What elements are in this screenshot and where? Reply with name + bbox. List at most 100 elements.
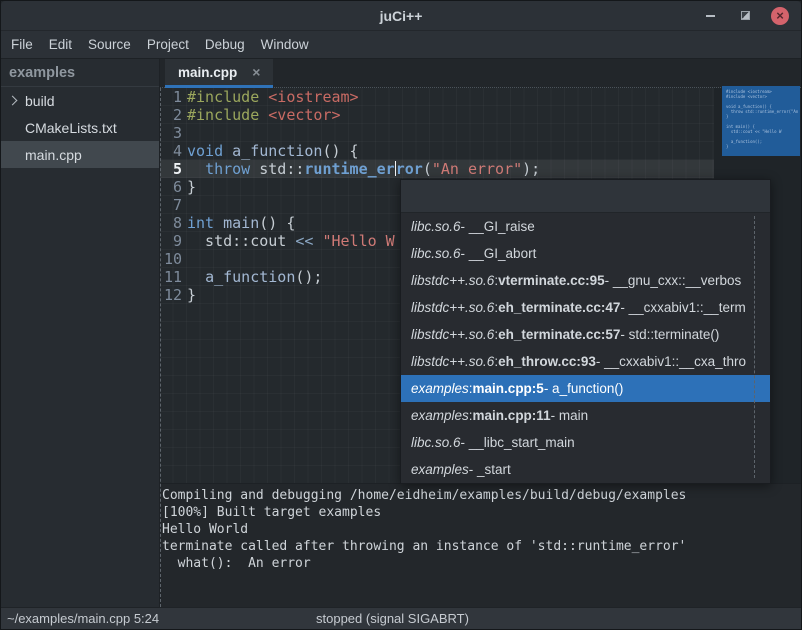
code-segment xyxy=(187,160,205,178)
line-number: 8 xyxy=(160,214,182,232)
terminal-output[interactable]: Compiling and debugging /home/eidheim/ex… xyxy=(160,483,801,607)
line-number: 9 xyxy=(160,232,182,250)
line-number: 5 xyxy=(160,160,182,178)
pane-separator[interactable] xyxy=(160,88,161,607)
code-segment: "Hello W xyxy=(322,232,394,250)
restore-icon xyxy=(741,11,750,20)
code-segment: main xyxy=(223,214,259,232)
popup-filter-input[interactable] xyxy=(401,180,770,213)
frame-file: main.cpp:5 xyxy=(473,381,544,396)
stack-frame-item[interactable]: libstdc++.so.6:eh_terminate.cc:47 - __cx… xyxy=(401,294,770,321)
line-number: 2 xyxy=(160,106,182,124)
menu-item-window[interactable]: Window xyxy=(253,31,317,58)
menu-item-source[interactable]: Source xyxy=(80,31,139,58)
stack-frame-item[interactable]: libc.so.6 - __GI_abort xyxy=(401,240,770,267)
stack-frame-item[interactable]: libc.so.6 - __GI_raise xyxy=(401,213,770,240)
menubar: FileEditSourceProjectDebugWindow xyxy=(1,31,801,59)
code-segment xyxy=(214,214,223,232)
frame-file: vterminate.cc:95 xyxy=(498,273,605,288)
minimize-button[interactable] xyxy=(701,7,719,25)
code-segment: throw xyxy=(205,160,250,178)
frame-file: main.cpp:11 xyxy=(473,408,551,423)
tab-close-icon[interactable]: × xyxy=(252,64,260,80)
code-text xyxy=(182,250,187,268)
stack-frame-item[interactable]: libstdc++.so.6:vterminate.cc:95 - __gnu_… xyxy=(401,267,770,294)
menu-item-edit[interactable]: Edit xyxy=(41,31,80,58)
app-window: juCi++ × FileEditSourceProjectDebugWindo… xyxy=(0,0,802,630)
frame-library: libstdc++.so.6 xyxy=(411,327,494,342)
stack-frame-item[interactable]: examples - _start xyxy=(401,456,770,483)
tree-item-build[interactable]: build xyxy=(1,87,159,114)
code-text: } xyxy=(182,178,196,196)
code-text: std::cout << "Hello W xyxy=(182,232,395,250)
line-number: 3 xyxy=(160,124,182,142)
frame-library: libc.so.6 xyxy=(411,219,461,234)
code-text: #include <vector> xyxy=(182,106,341,124)
code-segment: void xyxy=(187,142,223,160)
frame-library: libc.so.6 xyxy=(411,435,461,450)
close-button[interactable]: × xyxy=(771,7,789,25)
code-segment xyxy=(187,268,205,286)
line-number: 4 xyxy=(160,142,182,160)
frame-library: examples xyxy=(411,408,469,423)
frame-library: examples xyxy=(411,462,469,477)
minimap-viewport[interactable]: #include <iostream> #include <vector> vo… xyxy=(722,86,800,156)
frame-file: eh_terminate.cc:57 xyxy=(498,327,620,342)
statusbar: ~/examples/main.cpp 5:24 stopped (signal… xyxy=(1,607,801,629)
stack-frame-item[interactable]: examples:main.cpp:5 - a_function() xyxy=(401,375,770,402)
status-file-location: ~/examples/main.cpp 5:24 xyxy=(7,611,159,626)
line-number: 11 xyxy=(160,268,182,286)
editor-line[interactable]: 5 throw std::runtime_error("An error"); xyxy=(160,160,714,178)
editor-line[interactable]: 1#include <iostream> xyxy=(160,88,714,106)
popup-scrollbar[interactable] xyxy=(754,216,755,478)
stack-frame-item[interactable]: libc.so.6 - __libc_start_main xyxy=(401,429,770,456)
window-title: juCi++ xyxy=(380,8,423,24)
editor-line[interactable]: 4void a_function() { xyxy=(160,142,714,160)
menu-item-debug[interactable]: Debug xyxy=(197,31,253,58)
code-segment: ( xyxy=(423,160,432,178)
tree-item-main.cpp[interactable]: main.cpp xyxy=(1,141,159,168)
frame-library: libc.so.6 xyxy=(411,246,461,261)
line-number: 7 xyxy=(160,196,182,214)
tree-item-cmakelists.txt[interactable]: CMakeLists.txt xyxy=(1,114,159,141)
code-segment: ror xyxy=(396,160,423,178)
line-number: 6 xyxy=(160,178,182,196)
code-text xyxy=(182,196,187,214)
chevron-right-icon[interactable] xyxy=(8,96,18,106)
titlebar[interactable]: juCi++ × xyxy=(1,1,801,31)
menu-item-project[interactable]: Project xyxy=(139,31,197,58)
stack-frame-item[interactable]: libstdc++.so.6:eh_terminate.cc:57 - std:… xyxy=(401,321,770,348)
menu-item-file[interactable]: File xyxy=(3,31,41,58)
tab-main-cpp[interactable]: main.cpp × xyxy=(165,59,273,88)
main-area: examples buildCMakeLists.txtmain.cpp mai… xyxy=(1,59,801,607)
project-name-header: examples xyxy=(1,59,159,87)
code-text: a_function(); xyxy=(182,268,322,286)
stack-frame-item[interactable]: libstdc++.so.6:eh_throw.cc:93 - __cxxabi… xyxy=(401,348,770,375)
code-segment: () { xyxy=(322,142,358,160)
minimize-icon xyxy=(706,15,715,17)
code-segment: #include xyxy=(187,88,268,106)
code-text: } xyxy=(182,286,196,304)
frame-library: examples xyxy=(411,381,469,396)
code-segment: int xyxy=(187,214,214,232)
code-segment: std:: xyxy=(250,160,304,178)
code-text: void a_function() { xyxy=(182,142,359,160)
code-text: throw std::runtime_error("An error"); xyxy=(182,160,540,178)
code-segment: a_function xyxy=(232,142,322,160)
code-segment: <vector> xyxy=(268,106,340,124)
tabbar: main.cpp × xyxy=(160,59,801,88)
editor-line[interactable]: 2#include <vector> xyxy=(160,106,714,124)
code-segment: } xyxy=(187,178,196,196)
code-segment: runtime_er xyxy=(304,160,394,178)
code-text: #include <iostream> xyxy=(182,88,359,106)
tab-label: main.cpp xyxy=(178,65,237,80)
frame-file: eh_throw.cc:93 xyxy=(498,354,596,369)
restore-button[interactable] xyxy=(736,7,754,25)
line-number: 1 xyxy=(160,88,182,106)
frame-file: eh_terminate.cc:47 xyxy=(498,300,620,315)
code-segment: << xyxy=(295,232,313,250)
code-segment: () { xyxy=(259,214,295,232)
editor-line[interactable]: 3 xyxy=(160,124,714,142)
stack-trace-popup: libc.so.6 - __GI_raiselibc.so.6 - __GI_a… xyxy=(400,179,771,484)
stack-frame-item[interactable]: examples:main.cpp:11 - main xyxy=(401,402,770,429)
